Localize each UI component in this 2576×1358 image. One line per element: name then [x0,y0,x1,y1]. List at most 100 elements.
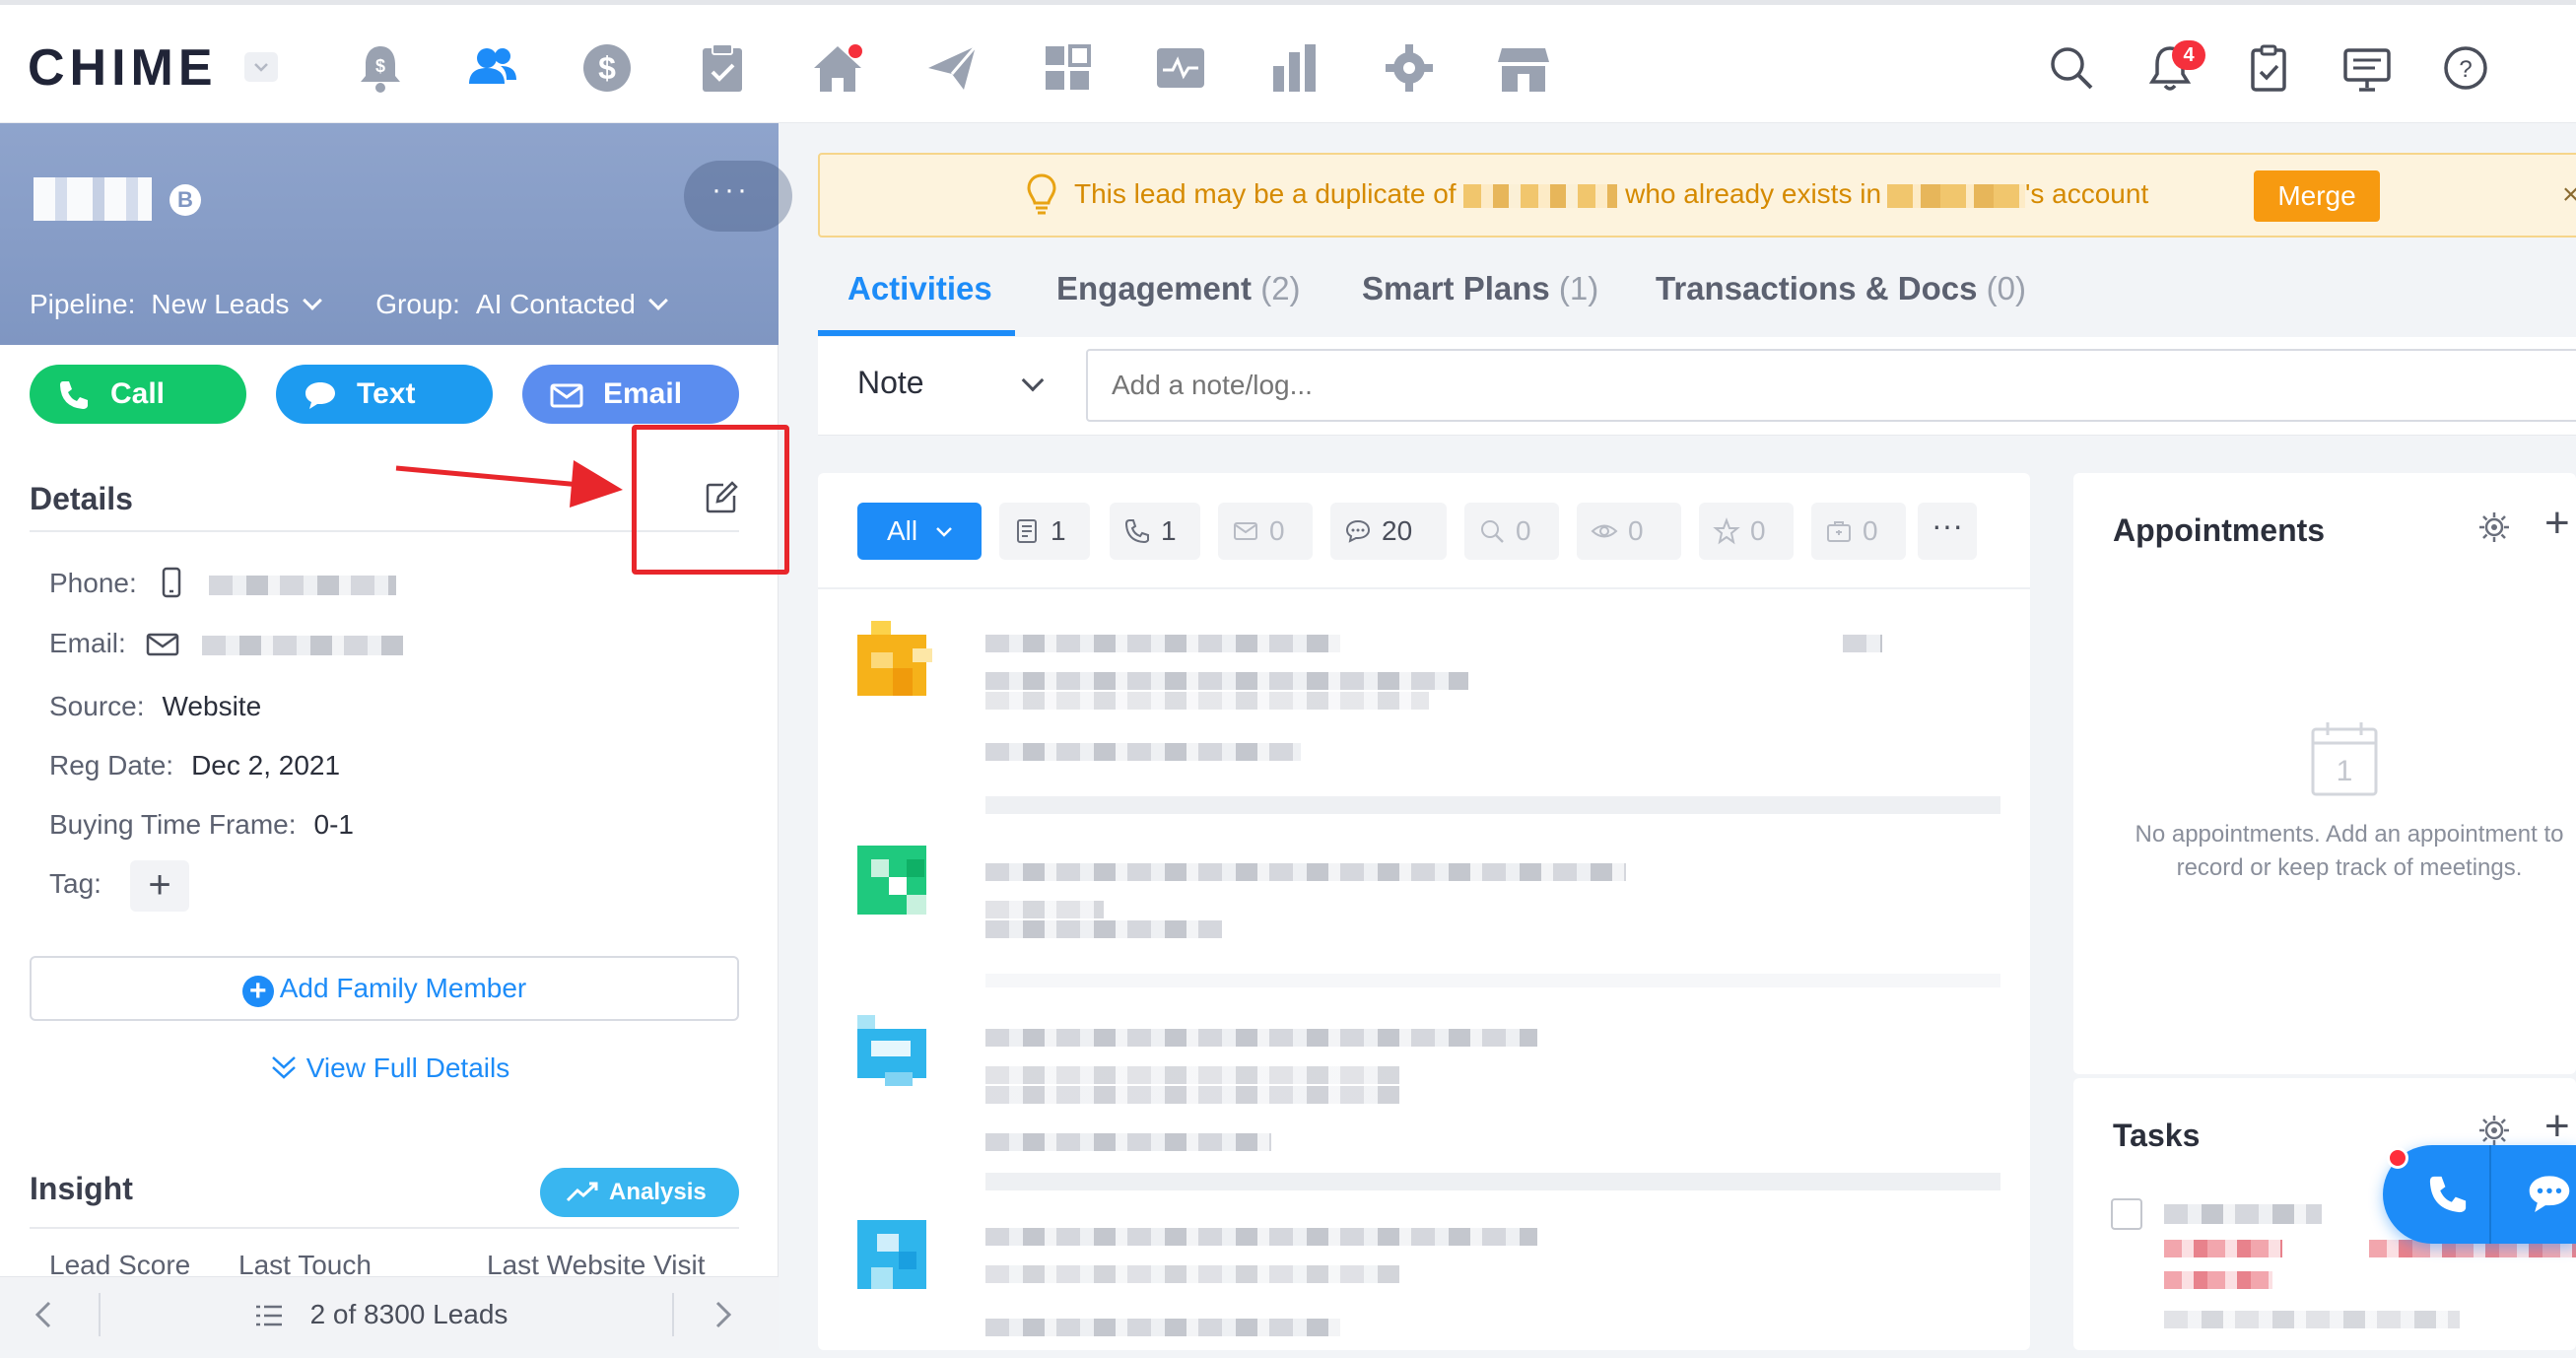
tab-engagement-count: (2) [1260,270,1301,306]
calendar-icon: 1 [2311,722,2378,796]
filter-searches[interactable]: 0 [1464,503,1559,560]
nav-activity-icon[interactable] [1153,40,1208,96]
activity-separator [985,1173,2000,1190]
tab-activities[interactable]: Activities [847,270,992,307]
close-banner-icon[interactable]: × [2562,178,2576,212]
call-button[interactable]: Call [30,365,246,424]
pipeline-select[interactable]: New Leads [151,289,289,319]
envelope-icon [550,383,583,408]
nav-dashboard-icon[interactable] [1040,40,1095,96]
analysis-button[interactable]: Analysis [540,1168,739,1217]
filter-more-button[interactable]: ··· [1918,503,1977,560]
activity-avatar-icon [857,846,926,915]
chevron-down-icon[interactable] [1021,369,1045,392]
logo-dropdown-icon[interactable] [244,52,278,82]
notification-count-badge: 4 [2172,40,2205,70]
home-notification-dot [848,44,862,58]
activity-meta-redacted [985,1319,1340,1336]
activity-item[interactable] [857,846,2000,993]
nav-send-icon[interactable] [924,40,980,96]
tab-engagement[interactable]: Engagement (2) [1056,270,1301,307]
filter-all[interactable]: All [857,503,982,560]
phone-icon [60,381,88,409]
duplicate-message: This lead may be a duplicate of who alre… [1074,178,2148,210]
filter-calls-count: 1 [1161,515,1177,546]
search-icon[interactable] [2044,40,2099,96]
nav-alert-icon[interactable]: $ [353,40,408,96]
activity-filter-bar: All 1 1 0 20 0 0 0 0 ··· [818,473,2030,589]
source-label: Source: [49,691,145,721]
lead-more-button[interactable]: ··· [684,161,792,232]
nav-dollar-icon[interactable]: $ [579,40,635,96]
filter-notes[interactable]: 1 [999,503,1090,560]
activity-item[interactable] [857,1015,2000,1192]
floating-call-icon[interactable] [2426,1173,2470,1216]
tab-transactions-docs[interactable]: Transactions & Docs (0) [1656,270,2026,307]
note-input[interactable] [1086,349,2576,422]
note-type-select[interactable]: Note [857,365,924,401]
nav-store-icon[interactable] [1496,40,1551,96]
view-full-details-link[interactable]: View Full Details [0,1052,779,1084]
source-field: Source: Website [49,691,261,722]
text-button[interactable]: Text [276,365,493,424]
filter-texts[interactable]: 20 [1330,503,1447,560]
tab-transactions-docs-count: (0) [1986,270,2026,306]
annotation-highlight-box [632,425,789,575]
email-button[interactable]: Email [522,365,739,424]
nav-clipboard-icon[interactable] [695,40,750,96]
activity-body-redacted [985,1265,1399,1283]
merge-button[interactable]: Merge [2254,170,2380,222]
email-value-redacted[interactable] [202,635,404,655]
lead-detail-panel: B ··· Pipeline: New Leads Group: AI Contac… [0,123,792,1350]
group-select[interactable]: AI Contacted [476,289,636,319]
appointments-heading: Appointments [2113,512,2326,548]
activity-item[interactable] [857,1220,2000,1358]
nav-bar-chart-icon[interactable] [1267,40,1322,96]
pipeline-label: Pipeline: [30,289,136,319]
next-lead-icon[interactable] [708,1299,737,1330]
tag-label: Tag: [49,868,102,899]
chevron-down-icon [936,527,952,537]
lead-tabs: Activities Engagement (2) Smart Plans (1… [818,246,2576,337]
floating-chat-icon[interactable] [2527,1171,2572,1216]
chat-bubble-icon [1345,519,1371,543]
activity-avatar-icon [857,1015,926,1086]
add-appointment-icon[interactable]: + [2544,499,2570,548]
tasks-settings-icon[interactable] [2477,1114,2511,1147]
filter-favorites-count: 0 [1750,515,1766,546]
nav-settings-icon[interactable] [1382,40,1437,96]
filter-favorites[interactable]: 0 [1699,503,1794,560]
double-chevron-down-icon [271,1056,296,1079]
help-icon[interactable]: ? [2438,40,2493,96]
filter-calls[interactable]: 1 [1110,503,1200,560]
chime-logo[interactable]: CHIME [28,38,218,98]
activity-item[interactable] [857,621,2000,798]
tab-activities-label: Activities [847,270,992,306]
tab-smart-plans[interactable]: Smart Plans (1) [1362,270,1598,307]
chevron-down-icon[interactable] [302,291,322,310]
filter-texts-count: 20 [1382,515,1413,546]
filter-emails[interactable]: 0 [1218,503,1313,560]
add-tag-button[interactable]: + [130,860,189,912]
phone-value-redacted[interactable] [209,575,397,595]
floating-notification-dot [2387,1147,2408,1169]
appointments-settings-icon[interactable] [2477,510,2511,544]
activity-title-redacted [985,863,1626,881]
presentation-icon[interactable] [2339,40,2395,96]
lightbulb-icon [1027,173,1056,215]
activity-body-redacted [985,692,1429,710]
nav-people-icon[interactable] [465,40,520,96]
filter-searches-count: 0 [1516,515,1531,546]
search-icon [1481,520,1504,543]
phone-label: Phone: [49,568,137,598]
filter-transactions[interactable]: 0 [1811,503,1906,560]
tab-engagement-label: Engagement [1056,270,1253,306]
chevron-down-icon[interactable] [647,291,668,310]
tasks-clipboard-icon[interactable] [2241,40,2296,96]
filter-views[interactable]: 0 [1577,503,1681,560]
add-family-member-button[interactable]: + Add Family Member [30,956,739,1021]
add-task-icon[interactable]: + [2544,1102,2570,1151]
duplicate-lead-name-redacted[interactable] [1463,183,1618,208]
source-value: Website [162,691,262,721]
task-checkbox[interactable] [2111,1198,2142,1230]
